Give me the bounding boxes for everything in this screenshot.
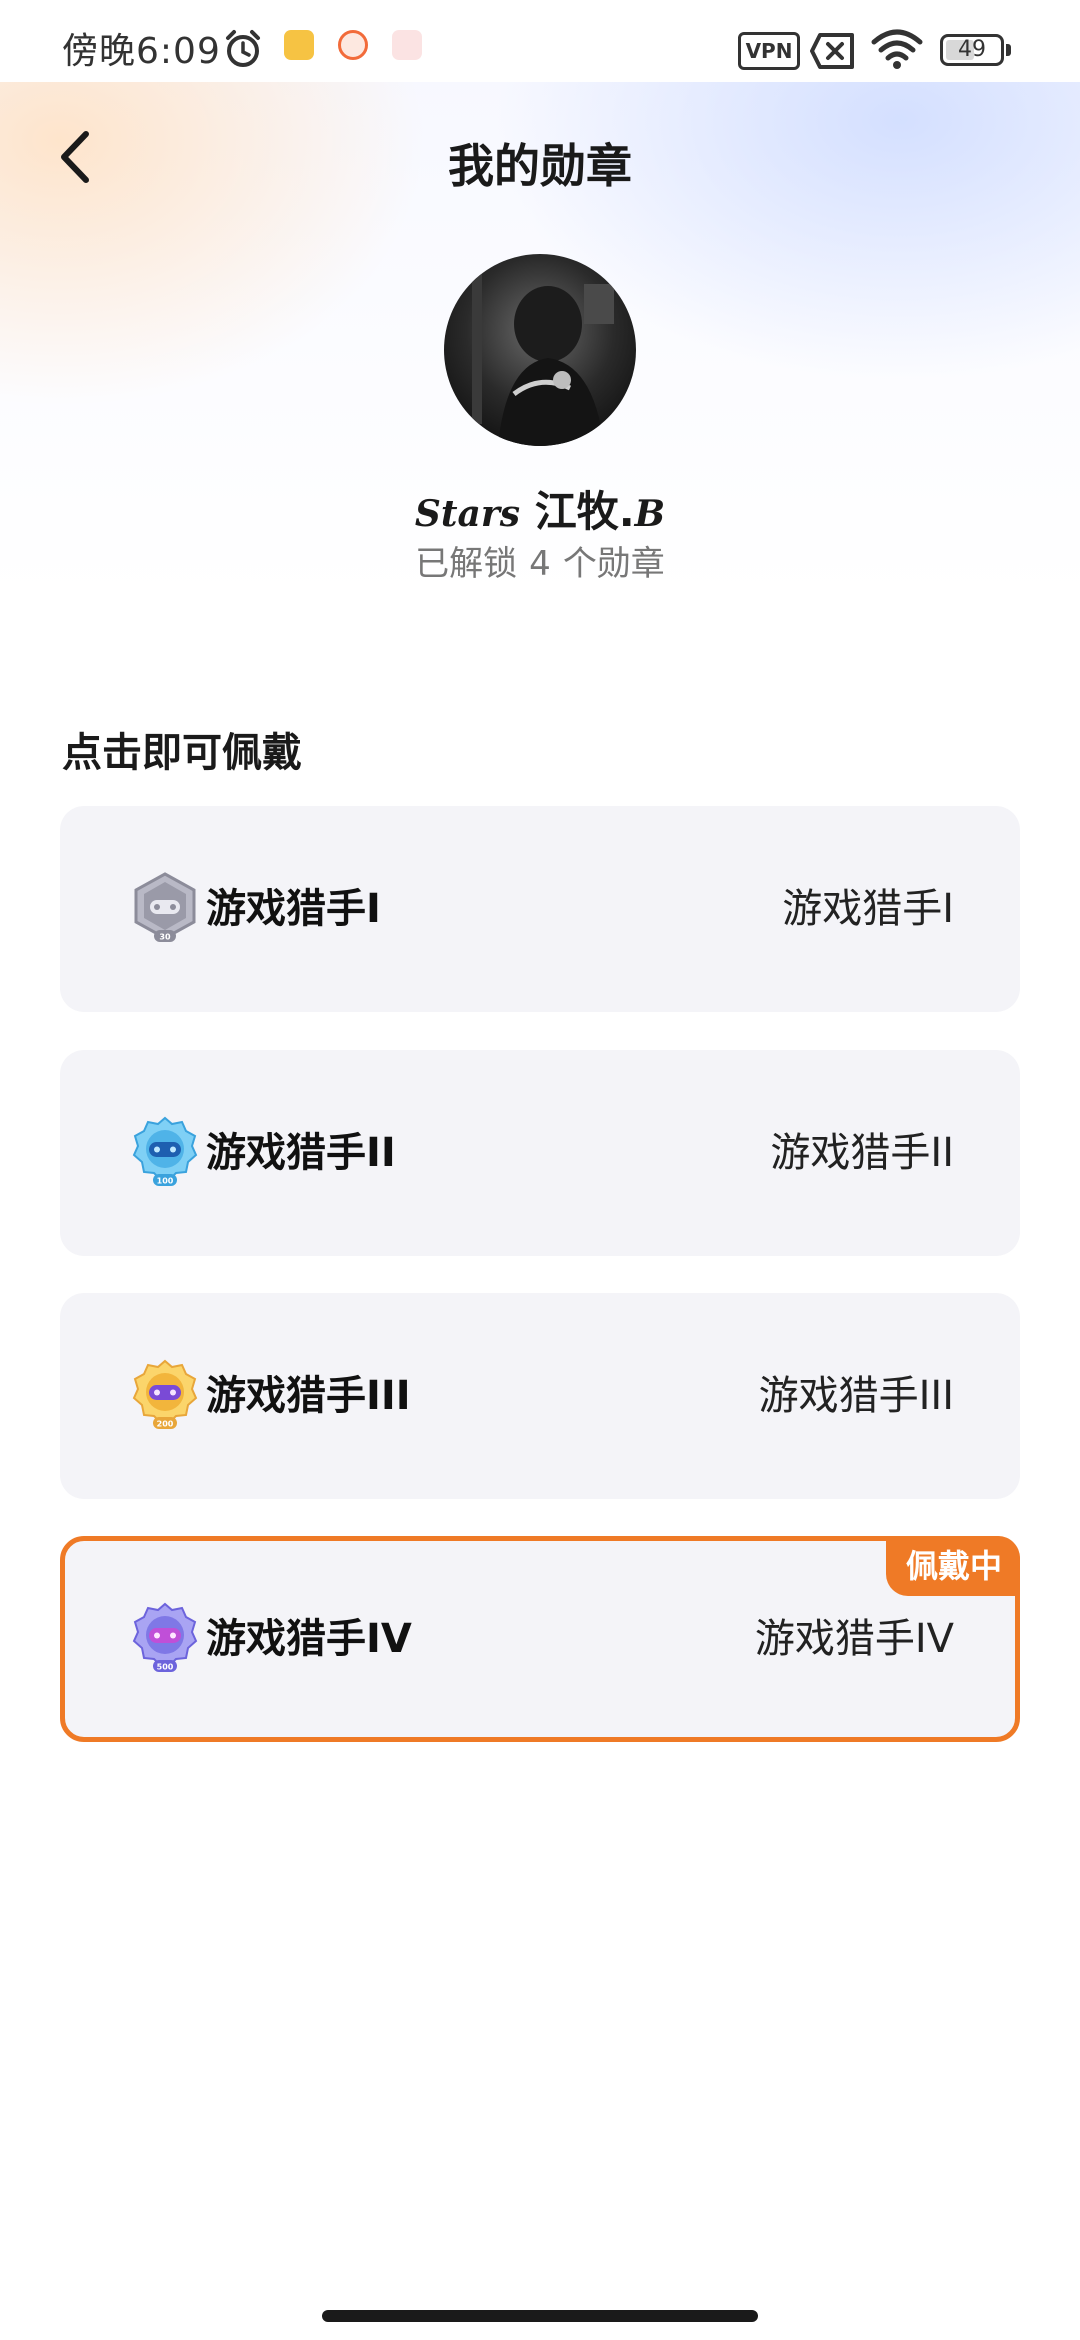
badge-value: 游戏猎手II bbox=[770, 1130, 954, 1176]
battery-cap bbox=[1006, 44, 1011, 56]
badge-card[interactable]: 30 游戏猎手I 游戏猎手I bbox=[60, 806, 1020, 1012]
status-bar: 傍晚6:09 VPN 49 bbox=[0, 0, 1080, 82]
wearing-tag: 佩戴中 bbox=[885, 1536, 1020, 1596]
notification-icon bbox=[392, 30, 422, 60]
avatar bbox=[444, 254, 636, 446]
username: Stars 江牧.B bbox=[0, 478, 1080, 539]
page-title: 我的勋章 bbox=[448, 139, 632, 193]
gamepad-badge-icon: 200 bbox=[132, 1359, 198, 1429]
username-suffix: B bbox=[634, 493, 666, 535]
section-heading: 点击即可佩戴 bbox=[62, 730, 302, 776]
wifi-icon bbox=[871, 29, 923, 69]
badge-level-label: 100 bbox=[157, 1177, 174, 1186]
status-time: 傍晚6:09 bbox=[62, 31, 221, 72]
badge-card-wearing[interactable]: 500 游戏猎手IV 游戏猎手IV 佩戴中 bbox=[60, 1536, 1020, 1742]
badge-name: 游戏猎手IV bbox=[206, 1616, 412, 1662]
notification-icon bbox=[284, 30, 314, 60]
badge-level-label: 200 bbox=[157, 1420, 174, 1429]
battery-level: 49 bbox=[958, 37, 986, 62]
username-main: 江牧. bbox=[520, 487, 635, 536]
badge-value: 游戏猎手III bbox=[758, 1373, 954, 1419]
gamepad-badge-icon: 500 bbox=[132, 1602, 198, 1672]
alarm-icon bbox=[226, 30, 260, 67]
username-script: Stars bbox=[414, 493, 521, 535]
badge-level-label: 30 bbox=[159, 933, 171, 942]
unlock-count: 4 bbox=[529, 544, 551, 584]
badges-page: 傍晚6:09 VPN 49 我的勋章 Stars 江牧.B 已解锁 4 个勋章 … bbox=[0, 0, 1080, 2340]
home-indicator[interactable] bbox=[322, 2310, 758, 2322]
unlock-suffix: 个勋章 bbox=[562, 544, 665, 584]
unlock-prefix: 已解锁 bbox=[415, 544, 518, 584]
notification-icon bbox=[338, 30, 368, 60]
badge-card[interactable]: 200 游戏猎手III 游戏猎手III bbox=[60, 1293, 1020, 1499]
no-sim-icon bbox=[810, 33, 854, 69]
vpn-indicator: VPN bbox=[738, 32, 800, 70]
battery-icon: 49 bbox=[940, 34, 1004, 66]
badge-value: 游戏猎手I bbox=[782, 886, 954, 932]
badge-card[interactable]: 100 游戏猎手II 游戏猎手II bbox=[60, 1050, 1020, 1256]
badge-name: 游戏猎手III bbox=[206, 1373, 411, 1419]
badge-name: 游戏猎手I bbox=[206, 886, 381, 932]
unlocked-count-text: 已解锁 4 个勋章 bbox=[0, 536, 1080, 585]
gamepad-badge-icon: 30 bbox=[134, 872, 196, 942]
gamepad-badge-icon: 100 bbox=[132, 1116, 198, 1186]
badge-name: 游戏猎手II bbox=[206, 1130, 396, 1176]
badge-level-label: 500 bbox=[157, 1663, 174, 1672]
